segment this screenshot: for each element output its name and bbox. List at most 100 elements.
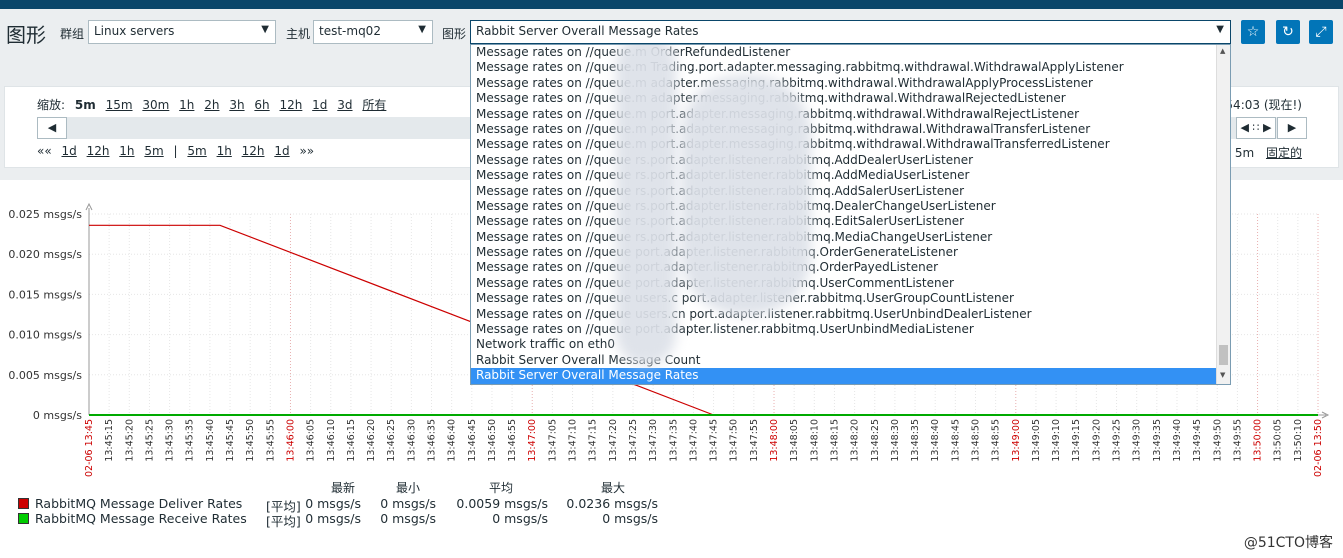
zoom-6h[interactable]: 6h bbox=[254, 98, 269, 112]
slider-handle[interactable]: ◀ ∷ ▶ bbox=[1236, 117, 1276, 139]
slider-right-button[interactable]: ▶ bbox=[1277, 117, 1307, 139]
graph-dropdown-list[interactable]: Message rates on //queue.m OrderRefunded… bbox=[470, 44, 1231, 385]
scroll-down-icon[interactable]: ▼ bbox=[1220, 371, 1225, 379]
group-select[interactable]: Linux servers ▼ bbox=[88, 20, 276, 44]
dropdown-option[interactable]: Network traffic on eth0 bbox=[471, 337, 1230, 352]
dropdown-option[interactable]: Message rates on //queue.m adapter.messa… bbox=[471, 91, 1230, 106]
zoom-2h[interactable]: 2h bbox=[204, 98, 219, 112]
nav-fwd-5m[interactable]: 5m bbox=[187, 144, 206, 158]
timestamp: 54:03 (现在!) bbox=[1225, 98, 1302, 112]
nav-back-arrows[interactable]: «« bbox=[37, 144, 56, 158]
legend-max-deliver: 0.0236 msgs/s bbox=[566, 496, 658, 511]
nav-fwd-12h[interactable]: 12h bbox=[242, 144, 265, 158]
nav-back-1h[interactable]: 1h bbox=[119, 144, 134, 158]
group-label: 群组 bbox=[60, 27, 85, 41]
nav-fwd-1h[interactable]: 1h bbox=[217, 144, 232, 158]
dropdown-option[interactable]: Rabbit Server Overall Message Rates bbox=[471, 368, 1230, 384]
x-tick-label: 13:45:25 bbox=[144, 419, 155, 462]
dropdown-option[interactable]: Message rates on //queue port.adapter.li… bbox=[471, 260, 1230, 275]
zoom-30m[interactable]: 30m bbox=[142, 98, 169, 112]
dropdown-option[interactable]: Message rates on //queue.m Trading.port.… bbox=[471, 60, 1230, 75]
nav-back-5m[interactable]: 5m bbox=[144, 144, 163, 158]
dropdown-option[interactable]: Message rates on //queue rs.port.adapter… bbox=[471, 199, 1230, 214]
dropdown-option[interactable]: Message rates on //queue port.adapter.li… bbox=[471, 322, 1230, 337]
nav-back-12h[interactable]: 12h bbox=[87, 144, 110, 158]
x-tick-label: 13:49:30 bbox=[1132, 419, 1143, 462]
dropdown-option[interactable]: Message rates on //queue rs.port.adapter… bbox=[471, 230, 1230, 245]
zoom-12h[interactable]: 12h bbox=[279, 98, 302, 112]
x-tick-label: 13:49:50 bbox=[1212, 419, 1223, 462]
dropdown-option[interactable]: Message rates on //queue rs.port.adapter… bbox=[471, 168, 1230, 183]
fixed-toggle[interactable]: 固定的 bbox=[1266, 146, 1302, 160]
favorite-button[interactable]: ☆ bbox=[1241, 20, 1265, 44]
x-tick-label: 13:47:40 bbox=[688, 419, 699, 462]
x-tick-label: 13:47:15 bbox=[588, 419, 599, 462]
x-tick-label: 13:49:15 bbox=[1071, 419, 1082, 462]
x-tick-label: 13:47:20 bbox=[608, 419, 619, 462]
scrollbar-thumb[interactable] bbox=[1219, 345, 1228, 365]
slider-left-button[interactable]: ◀ bbox=[37, 117, 67, 139]
dropdown-option[interactable]: Rabbit Server Overall Message Count bbox=[471, 353, 1230, 368]
zoom-all[interactable]: 所有 bbox=[362, 98, 386, 112]
dropdown-option[interactable]: Message rates on //queue rs.port.adapter… bbox=[471, 184, 1230, 199]
chevron-down-icon: ▼ bbox=[418, 24, 426, 35]
x-tick-label: 13:46:35 bbox=[427, 419, 438, 462]
dropdown-option[interactable]: Message rates on //queue users.c port.ad… bbox=[471, 291, 1230, 306]
x-tick-label: 02-06 13:45 bbox=[84, 419, 95, 477]
x-tick-label: 13:48:45 bbox=[950, 419, 961, 462]
y-tick-label: 0 msgs/s bbox=[33, 409, 82, 422]
fullscreen-icon: ⤢ bbox=[1315, 24, 1327, 40]
x-tick-label: 02-06 13:50 bbox=[1313, 419, 1324, 477]
dropdown-option[interactable]: Message rates on //queue port.adapter.li… bbox=[471, 245, 1230, 260]
x-tick-label: 13:46:50 bbox=[487, 419, 498, 462]
dropdown-option[interactable]: Message rates on //queue.m port.adapter.… bbox=[471, 122, 1230, 137]
dropdown-option[interactable]: Message rates on //queue.m port.adapter.… bbox=[471, 137, 1230, 152]
legend-min-receive: 0 msgs/s bbox=[380, 511, 436, 526]
refresh-button[interactable]: ↻ bbox=[1276, 20, 1300, 44]
dropdown-option[interactable]: Message rates on //queue.m adapter.messa… bbox=[471, 76, 1230, 91]
x-tick-label: 13:45:40 bbox=[205, 419, 216, 462]
period-info: 5m 固定的 bbox=[1227, 144, 1302, 161]
x-tick-label: 13:46:40 bbox=[447, 419, 458, 462]
zoom-1h[interactable]: 1h bbox=[179, 98, 194, 112]
zoom-1d[interactable]: 1d bbox=[312, 98, 327, 112]
legend-header-last: 最新 bbox=[330, 481, 355, 495]
refresh-icon: ↻ bbox=[1282, 24, 1294, 40]
dropdown-option[interactable]: Message rates on //queue port.adapter.li… bbox=[471, 276, 1230, 291]
x-tick-label: 13:47:10 bbox=[568, 419, 579, 462]
period-value: 5m bbox=[1234, 146, 1255, 160]
x-tick-label: 13:50:05 bbox=[1273, 419, 1284, 462]
zoom-bar: 缩放: 5m 15m 30m 1h 2h 3h 6h 12h 1d 3d 所有 bbox=[37, 96, 392, 113]
nav-back-1d[interactable]: 1d bbox=[62, 144, 77, 158]
nav-fwd-1d[interactable]: 1d bbox=[274, 144, 289, 158]
time-navigation: «« 1d 12h 1h 5m | 5m 1h 12h 1d »» bbox=[37, 144, 320, 158]
x-tick-label: 13:49:35 bbox=[1152, 419, 1163, 462]
x-tick-label: 13:48:35 bbox=[910, 419, 921, 462]
x-tick-label: 13:46:55 bbox=[507, 419, 518, 462]
zoom-5m[interactable]: 5m bbox=[75, 98, 96, 112]
graph-select[interactable]: Rabbit Server Overall Message Rates ▼ bbox=[470, 20, 1231, 44]
legend-avg-receive: 0 msgs/s bbox=[492, 511, 548, 526]
dropdown-option[interactable]: Message rates on //queue.m port.adapter.… bbox=[471, 107, 1230, 122]
dropdown-option[interactable]: Message rates on //queue rs.port.adapter… bbox=[471, 153, 1230, 168]
x-tick-label: 13:48:10 bbox=[809, 419, 820, 462]
x-tick-label: 13:48:00 bbox=[769, 419, 780, 462]
zoom-15m[interactable]: 15m bbox=[106, 98, 133, 112]
zoom-label: 缩放: bbox=[37, 98, 66, 112]
nav-fwd-arrows[interactable]: »» bbox=[299, 144, 314, 158]
group-select-value: Linux servers bbox=[94, 24, 175, 38]
dropdown-scrollbar[interactable]: ▲ ▼ bbox=[1216, 45, 1230, 384]
zoom-3h[interactable]: 3h bbox=[229, 98, 244, 112]
x-tick-label: 13:46:15 bbox=[346, 419, 357, 462]
fullscreen-button[interactable]: ⤢ bbox=[1309, 20, 1333, 44]
zoom-3d[interactable]: 3d bbox=[337, 98, 352, 112]
dropdown-option[interactable]: Message rates on //queue rs.port.adapter… bbox=[471, 214, 1230, 229]
dropdown-option[interactable]: Message rates on //queue users.cn port.a… bbox=[471, 307, 1230, 322]
legend-name-receive: RabbitMQ Message Receive Rates bbox=[35, 511, 247, 526]
x-tick-label: 13:47:45 bbox=[709, 419, 720, 462]
legend-avg-deliver: 0.0059 msgs/s bbox=[456, 496, 548, 511]
scroll-up-icon[interactable]: ▲ bbox=[1220, 47, 1225, 55]
dropdown-option[interactable]: Message rates on //queue.m OrderRefunded… bbox=[471, 45, 1230, 60]
host-select[interactable]: test-mq02 ▼ bbox=[313, 20, 433, 44]
x-tick-label: 13:48:05 bbox=[789, 419, 800, 462]
